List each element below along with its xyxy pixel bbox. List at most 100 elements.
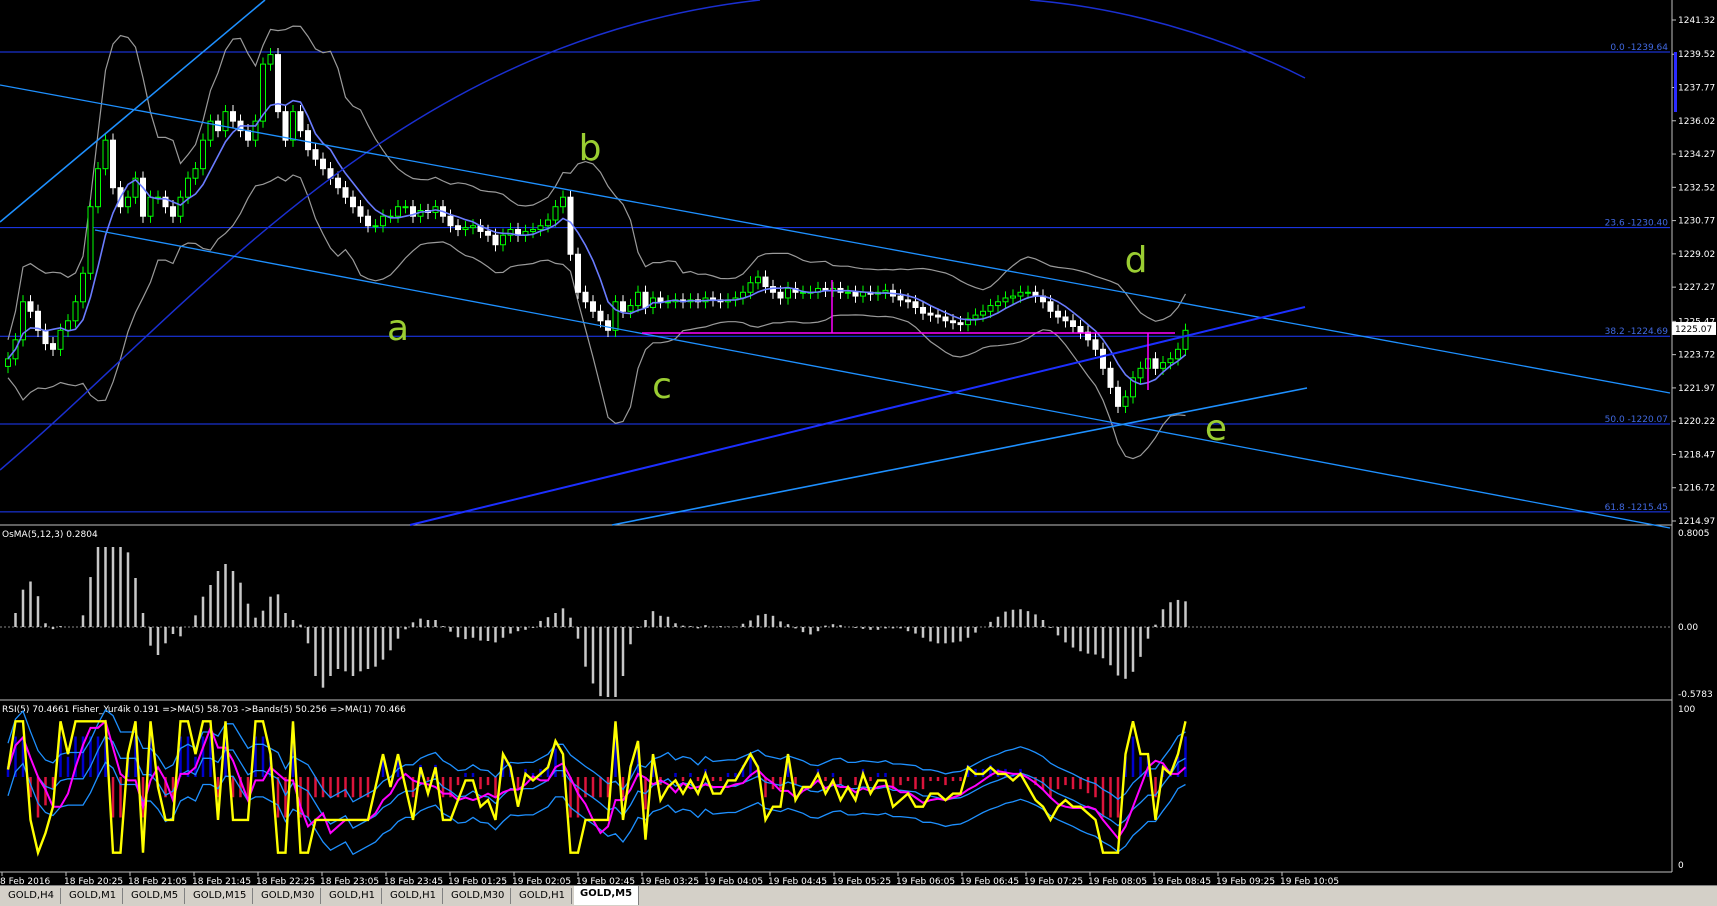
chart-tab[interactable]: GOLD,H4 [2, 888, 61, 904]
trading-chart[interactable]: 1241.32 1239.52 1237.77 1236.02 1234.27 1232.… [0, 0, 1717, 885]
candle-body [80, 272, 86, 303]
time-tick-label: 19 Feb 01:25 [448, 877, 507, 885]
chart-tab[interactable]: GOLD,H1 [513, 888, 572, 904]
candle-body [1047, 301, 1054, 312]
candle-body [1070, 320, 1076, 327]
price-tick-label: 1214.97 [1678, 517, 1715, 527]
candle-body [852, 291, 859, 297]
time-tick-label: 19 Feb 06:05 [896, 877, 955, 885]
time-tick-label: 19 Feb 05:25 [832, 877, 891, 885]
candle-body [1137, 367, 1144, 379]
candle-body [72, 301, 79, 322]
candle-body [935, 314, 941, 318]
candle-body [470, 225, 476, 229]
price-tick-label: 1223.72 [1678, 351, 1715, 361]
candle-body [357, 206, 364, 217]
candle-body [537, 225, 544, 231]
candle-body [1115, 386, 1121, 407]
candle-body [597, 310, 604, 322]
fib-level-label: 50.0 -1220.07 [1605, 415, 1668, 425]
candle-body [125, 196, 131, 208]
rsi-axis-min: 0 [1678, 861, 1684, 871]
chart-tab[interactable]: GOLD,M1 [63, 888, 124, 904]
candle-body [147, 196, 154, 217]
candle-body [57, 329, 64, 350]
candle-body [1100, 348, 1106, 369]
time-tick-label: 18 Feb 23:45 [384, 877, 443, 885]
candle-body [395, 206, 401, 217]
candle-body [980, 310, 986, 316]
candle-body [50, 343, 56, 350]
candle-body [897, 295, 904, 301]
symbol-tab-bar: GOLD,H4 GOLD,M1 GOLD,M5 GOLD,M15 GOLD,M30 GOL… [0, 885, 1717, 906]
time-tick-label: 19 Feb 04:05 [704, 877, 763, 885]
time-tick-label: 18 Feb 23:05 [320, 877, 379, 885]
candle-body [1175, 348, 1181, 360]
candle-body [455, 225, 461, 231]
channel-lower-line [94, 229, 1671, 529]
time-tick-label: 19 Feb 08:05 [1088, 877, 1147, 885]
fib-level-label: 23.6 -1230.40 [1605, 219, 1669, 229]
candle-body [785, 287, 791, 299]
candle-body [372, 225, 379, 228]
price-tick-label: 1216.72 [1678, 484, 1715, 494]
price-tick-label: 1237.77 [1678, 83, 1715, 93]
chart-tab[interactable]: GOLD,M30 [255, 888, 322, 904]
candle-body [65, 320, 71, 331]
candle-body [972, 314, 979, 320]
chart-tab[interactable]: GOLD,M30 [445, 888, 512, 904]
candle-body [995, 301, 1001, 307]
time-tick-label: 8 Feb 2016 [0, 877, 51, 885]
candle-body [657, 297, 664, 303]
candle-body [5, 358, 11, 367]
candle-body [35, 310, 41, 331]
fib-level-label: 0.0 -1239.64 [1610, 43, 1668, 53]
candle-body [1182, 329, 1189, 350]
candle-body [185, 177, 191, 198]
chart-tab[interactable]: GOLD,H1 [323, 888, 382, 904]
time-tick-label: 19 Feb 08:45 [1152, 877, 1211, 885]
fib-level-label: 61.8 -1215.45 [1605, 503, 1668, 513]
rsi-title: RSI(5) 70.4661 Fisher_Yur4ik 0.191 =>MA(… [2, 705, 406, 715]
time-tick-label: 18 Feb 20:25 [64, 877, 123, 885]
candle-body [305, 130, 311, 151]
price-tick-label: 1229.02 [1678, 250, 1715, 260]
support-trend-line [611, 387, 1308, 526]
candle-body [755, 276, 761, 284]
price-tick-label: 1241.32 [1678, 16, 1715, 26]
candle-body [335, 177, 341, 189]
osma-title: OsMA(5,12,3) 0.2804 [2, 530, 98, 540]
price-tick-label: 1220.22 [1678, 417, 1715, 427]
candle-body [200, 139, 206, 170]
candle-body [87, 206, 94, 274]
candle-body [1092, 339, 1099, 350]
rsi-line [6, 720, 1187, 857]
candle-body [582, 291, 589, 303]
candle-body [845, 291, 851, 294]
price-tick-label: 1234.27 [1678, 150, 1715, 160]
chart-tab[interactable]: GOLD,M5 [125, 888, 186, 904]
candle-body [27, 301, 34, 312]
candle-body [530, 229, 536, 232]
chart-tab[interactable]: GOLD,M15 [187, 888, 254, 904]
time-tick-label: 18 Feb 21:45 [192, 877, 251, 885]
osma-axis-label: 0.8005 [1678, 529, 1710, 539]
candle-body [605, 320, 611, 331]
chart-tab[interactable]: GOLD,H1 [384, 888, 443, 904]
price-tick-label: 1232.52 [1678, 183, 1715, 193]
candle-body [747, 282, 754, 293]
time-tick-label: 18 Feb 21:05 [128, 877, 187, 885]
chart-tab[interactable]: GOLD,M5 [574, 886, 640, 905]
candle-body [950, 320, 956, 324]
candle-body [1077, 325, 1084, 333]
candle-body [290, 111, 296, 141]
candle-body [905, 299, 911, 303]
candle-body [957, 322, 964, 326]
candle-body [1010, 295, 1016, 299]
candle-body [1017, 291, 1024, 297]
bollinger-upper [7, 25, 1187, 340]
bollinger-lower [7, 174, 1186, 460]
candle-body [1122, 396, 1129, 407]
time-tick-label: 19 Feb 03:25 [640, 877, 699, 885]
price-tick-label: 1227.27 [1678, 283, 1715, 293]
